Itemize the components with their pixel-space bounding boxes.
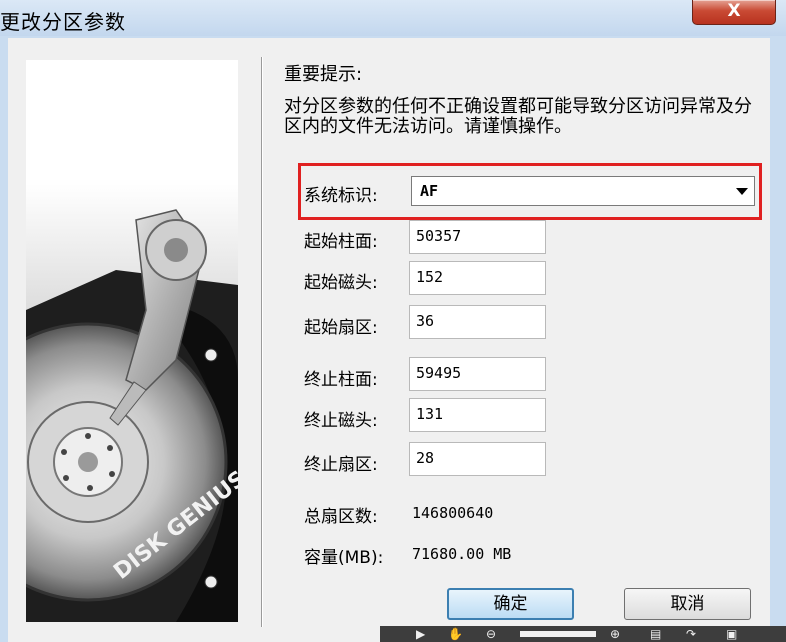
dialog-window: 更改分区参数 X DISK GENIUS 重要提示: 对分区参数的任何不正确设置…	[0, 0, 786, 642]
system-id-dropdown[interactable]: AF	[411, 176, 755, 206]
window-title: 更改分区参数	[0, 10, 126, 34]
page-arrow-icon[interactable]: ↷	[686, 627, 696, 641]
start-sector-input[interactable]: 36	[409, 305, 546, 339]
notice-text: 对分区参数的任何不正确设置都可能导致分区访问异常及分区内的文件无法访问。请谨慎操…	[284, 96, 752, 137]
panel-divider-highlight	[262, 57, 263, 627]
zoom-in-icon[interactable]: ⊕	[610, 627, 620, 641]
end-cylinder-input[interactable]: 59495	[409, 357, 546, 391]
end-head-label: 终止磁头:	[304, 411, 378, 431]
close-button[interactable]: X	[692, 0, 776, 25]
end-cylinder-label: 终止柱面:	[304, 370, 378, 390]
close-icon: X	[727, 1, 741, 21]
end-head-input[interactable]: 131	[409, 398, 546, 432]
dropdown-arrow-icon[interactable]	[736, 188, 748, 195]
ok-button[interactable]: 确定	[447, 588, 574, 620]
capacity-label: 容量(MB):	[304, 548, 384, 568]
title-bar[interactable]: 更改分区参数 X	[0, 0, 786, 36]
page-icon[interactable]: ▤	[650, 627, 661, 641]
start-cylinder-input[interactable]: 50357	[409, 220, 546, 254]
total-sectors-value: 146800640	[412, 504, 494, 522]
start-head-input[interactable]: 152	[409, 261, 546, 295]
end-sector-label: 终止扇区:	[304, 455, 378, 475]
system-id-value: AF	[420, 182, 439, 200]
viewer-toolbar: ▶ ✋ ⊖ ⊕ ▤ ↷ ▣	[380, 626, 786, 642]
fit-page-icon[interactable]: ▣	[726, 627, 737, 641]
play-icon[interactable]: ▶	[416, 627, 425, 641]
capacity-value: 71680.00 MB	[412, 545, 512, 563]
cancel-button[interactable]: 取消	[624, 588, 751, 620]
end-sector-input[interactable]: 28	[409, 442, 546, 476]
start-head-label: 起始磁头:	[304, 273, 378, 293]
hard-disk-image: DISK GENIUS	[26, 209, 238, 622]
start-cylinder-label: 起始柱面:	[304, 232, 378, 252]
total-sectors-label: 总扇区数:	[304, 507, 378, 527]
hand-icon[interactable]: ✋	[448, 627, 463, 641]
start-sector-label: 起始扇区:	[304, 318, 378, 338]
zoom-slider[interactable]	[520, 631, 596, 637]
disk-genius-artwork: DISK GENIUS	[26, 60, 238, 622]
system-id-label: 系统标识:	[304, 186, 378, 206]
zoom-out-icon[interactable]: ⊖	[486, 627, 496, 641]
notice-heading: 重要提示:	[284, 64, 363, 85]
